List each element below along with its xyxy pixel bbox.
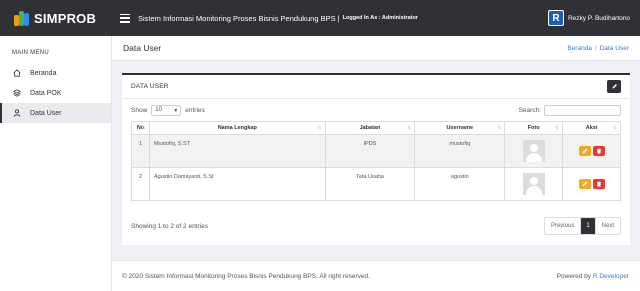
delete-button[interactable] bbox=[592, 146, 605, 156]
entries-label: entries bbox=[185, 106, 205, 114]
users-table: No ⇅ Nama Lengkap ⇅ Jabatan ⇅ Username ⇅ Fot… bbox=[131, 121, 621, 201]
app-title: Sistem Informasi Monitoring Proses Bisni… bbox=[138, 13, 340, 23]
table-info: Showing 1 to 2 of 2 entries bbox=[131, 222, 208, 230]
search-label: Search: bbox=[518, 106, 541, 114]
brand-name: SIMPROB bbox=[34, 10, 97, 26]
card-title: DATA USER bbox=[131, 83, 169, 90]
brand[interactable]: SIMPROB bbox=[0, 0, 112, 36]
user-avatar-icon: R bbox=[547, 10, 564, 26]
breadcrumb-home-link[interactable]: Beranda bbox=[567, 45, 592, 52]
search-input[interactable] bbox=[544, 104, 621, 116]
pagination: Previous 1 Next bbox=[543, 217, 621, 235]
column-label: Foto bbox=[527, 125, 540, 131]
entries-select[interactable]: 10 ▾ bbox=[151, 104, 182, 116]
sort-icon: ⇅ bbox=[612, 125, 617, 131]
pagination-page-1[interactable]: 1 bbox=[581, 218, 596, 234]
cell-nama: Agustin Damayanti, S.St bbox=[148, 167, 326, 201]
trash-icon bbox=[596, 181, 601, 187]
cell-no: 2 bbox=[131, 167, 150, 201]
sidebar-item-data-pok[interactable]: Data POK bbox=[0, 83, 111, 103]
top-navbar: SIMPROB Sistem Informasi Monitoring Pros… bbox=[0, 0, 640, 36]
table-controls: Show 10 ▾ entries Search: bbox=[122, 99, 630, 121]
column-header-username[interactable]: Username ⇅ bbox=[414, 121, 506, 135]
breadcrumb-separator: / bbox=[594, 44, 597, 52]
cell-no: 1 bbox=[131, 134, 150, 168]
user-name: Rezky P. Budihartono bbox=[567, 14, 630, 22]
cell-jabatan: IPDS bbox=[324, 134, 416, 168]
column-header-no[interactable]: No ⇅ bbox=[131, 121, 150, 135]
sidebar-item-data-user[interactable]: Data User bbox=[0, 103, 111, 123]
page-header: Data User Beranda / Data User bbox=[112, 36, 640, 61]
cell-nama: Mustofiq, S.ST bbox=[148, 134, 326, 168]
footer-copyright: © 2020 Sistem Informasi Monitoring Prose… bbox=[122, 272, 370, 280]
bps-logo-icon bbox=[14, 10, 30, 26]
table-row: 2 Agustin Damayanti, S.St Tata Usaha agu… bbox=[131, 167, 621, 201]
column-label: Nama Lengkap bbox=[217, 125, 257, 131]
sidebar-item-label: Data User bbox=[30, 109, 62, 117]
column-label: Aksi bbox=[585, 125, 598, 131]
sidebar-item-label: Data POK bbox=[30, 89, 62, 97]
cell-foto bbox=[504, 134, 564, 168]
column-header-foto[interactable]: Foto ⇅ bbox=[504, 121, 564, 135]
footer-developer-link[interactable]: R Developer bbox=[593, 273, 629, 280]
trash-icon bbox=[596, 148, 601, 154]
card-header: DATA USER bbox=[122, 75, 630, 99]
menu-toggle-icon[interactable] bbox=[120, 13, 130, 23]
edit-button[interactable] bbox=[578, 179, 591, 189]
sidebar-item-beranda[interactable]: Beranda bbox=[0, 63, 111, 83]
sidebar-item-label: Beranda bbox=[30, 69, 57, 77]
pagination-next[interactable]: Next bbox=[596, 218, 620, 234]
cell-jabatan: Tata Usaha bbox=[324, 167, 416, 201]
breadcrumb-current: Data User bbox=[599, 44, 629, 52]
column-label: Jabatan bbox=[359, 125, 381, 131]
cell-username: mustofiq bbox=[414, 134, 506, 168]
page-footer: © 2020 Sistem Informasi Monitoring Prose… bbox=[112, 260, 640, 291]
avatar bbox=[522, 173, 545, 195]
user-menu[interactable]: R Rezky P. Budihartono bbox=[547, 10, 630, 26]
sidebar-title: MAIN MENU bbox=[12, 50, 50, 56]
chevron-down-icon: ▾ bbox=[174, 107, 178, 114]
delete-button[interactable] bbox=[592, 179, 605, 189]
user-icon bbox=[13, 109, 21, 117]
footer-powered-label: Powered by bbox=[556, 272, 592, 280]
page-title: Data User bbox=[123, 43, 162, 53]
sidebar: MAIN MENU Beranda Data POK Data User bbox=[0, 36, 112, 291]
column-header-nama[interactable]: Nama Lengkap ⇅ bbox=[148, 121, 326, 135]
sort-icon: ⇅ bbox=[141, 125, 146, 131]
pagination-previous[interactable]: Previous bbox=[545, 218, 582, 234]
table-footer: Showing 1 to 2 of 2 entries Previous 1 N… bbox=[131, 217, 621, 235]
footer-powered: Powered by R Developer bbox=[557, 273, 629, 280]
cell-aksi bbox=[562, 167, 621, 201]
search-box: Search: bbox=[518, 104, 621, 116]
table-row: 1 Mustofiq, S.ST IPDS mustofiq bbox=[131, 134, 621, 168]
home-icon bbox=[13, 69, 21, 77]
data-user-card: DATA USER Show 10 ▾ entries Search: No ⇅ … bbox=[122, 73, 630, 245]
entries-value: 10 bbox=[155, 107, 162, 113]
column-header-jabatan[interactable]: Jabatan ⇅ bbox=[324, 121, 416, 135]
show-label: Show bbox=[131, 106, 148, 114]
add-user-button[interactable] bbox=[607, 80, 621, 93]
pencil-icon bbox=[582, 148, 587, 154]
layers-icon bbox=[13, 89, 21, 97]
sort-icon: ⇅ bbox=[317, 125, 322, 131]
main-content: Data User Beranda / Data User DATA USER Sh… bbox=[112, 36, 640, 291]
edit-button[interactable] bbox=[578, 146, 591, 156]
pencil-icon bbox=[611, 84, 617, 89]
cell-aksi bbox=[562, 134, 621, 168]
column-label: Username bbox=[446, 125, 474, 131]
cell-foto bbox=[504, 167, 564, 201]
table-header-row: No ⇅ Nama Lengkap ⇅ Jabatan ⇅ Username ⇅ Fot… bbox=[131, 121, 621, 135]
cell-username: agustin bbox=[414, 167, 506, 201]
sort-icon: ⇅ bbox=[554, 125, 560, 131]
breadcrumb: Beranda / Data User bbox=[567, 45, 629, 52]
pencil-icon bbox=[582, 181, 587, 187]
column-header-aksi[interactable]: Aksi ⇅ bbox=[562, 121, 621, 135]
sort-icon: ⇅ bbox=[407, 125, 412, 131]
sort-icon: ⇅ bbox=[496, 125, 502, 131]
avatar bbox=[522, 140, 545, 162]
logged-in-label: Logged In As : Administrator bbox=[342, 15, 418, 21]
